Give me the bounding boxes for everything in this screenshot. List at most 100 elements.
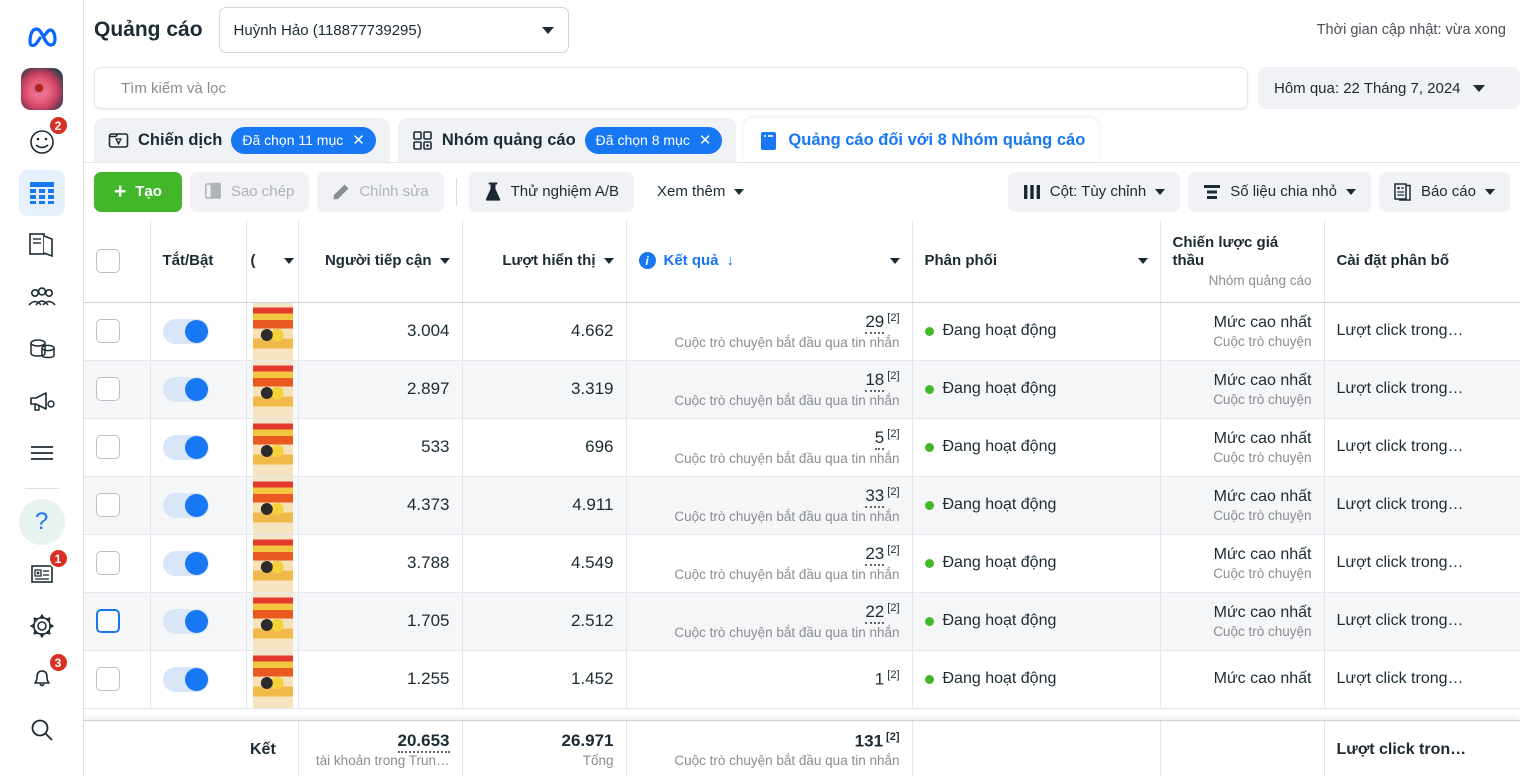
- totals-results-sub: Cuộc trò chuyện bắt đầu qua tin nhắn: [639, 753, 900, 768]
- row-results: 1[2]: [639, 669, 900, 690]
- creative-header-label: (: [251, 251, 276, 271]
- table-row[interactable]: 533 696 5[2] Cuộc trò chuyện bắt đầu qua…: [84, 418, 1520, 476]
- table-row[interactable]: 3.788 4.549 23[2] Cuộc trò chuyện bắt đầ…: [84, 534, 1520, 592]
- toggle-header-label: Tắt/Bật: [163, 252, 214, 269]
- row-select-cell: [84, 592, 150, 650]
- row-bid-sub: Cuộc trò chuyện: [1173, 566, 1312, 581]
- breakdown-button[interactable]: Số liệu chia nhỏ: [1188, 172, 1371, 212]
- notifications-face-icon[interactable]: 2: [19, 118, 65, 164]
- status-toggle[interactable]: [163, 609, 209, 634]
- allocation-header: Cài đặt phân bố: [1324, 220, 1520, 302]
- chevron-down-icon[interactable]: [1138, 258, 1148, 264]
- meta-logo-icon[interactable]: [19, 14, 65, 60]
- adset-grid-icon: [412, 130, 433, 151]
- rail-divider: [25, 488, 59, 489]
- search-icon[interactable]: [19, 707, 65, 753]
- row-toggle-cell: [150, 302, 246, 360]
- bell-icon[interactable]: 3: [19, 655, 65, 701]
- ads-megaphone-icon[interactable]: [19, 378, 65, 424]
- campaign-folder-icon: [108, 130, 129, 151]
- avatar[interactable]: [19, 66, 65, 112]
- help-icon[interactable]: ?: [19, 499, 65, 545]
- table-view-icon[interactable]: [19, 170, 65, 216]
- chevron-down-icon[interactable]: [604, 258, 614, 264]
- date-range-selector[interactable]: Hôm qua: 22 Tháng 7, 2024: [1258, 67, 1520, 109]
- info-icon[interactable]: i: [639, 252, 656, 269]
- chevron-down-icon[interactable]: [440, 258, 450, 264]
- totals-empty-toggle: [150, 721, 246, 776]
- columns-button[interactable]: Cột: Tùy chỉnh: [1008, 172, 1180, 212]
- tab-campaigns[interactable]: Chiến dịch Đã chọn 11 mục ✕: [94, 118, 390, 162]
- row-checkbox[interactable]: [96, 377, 120, 401]
- select-all-checkbox[interactable]: [96, 249, 120, 273]
- ad-thumbnail: [253, 535, 293, 592]
- row-results-cell: 23[2] Cuộc trò chuyện bắt đầu qua tin nh…: [626, 534, 912, 592]
- row-toggle-cell: [150, 476, 246, 534]
- pages-icon[interactable]: [19, 222, 65, 268]
- tab-ads[interactable]: Quảng cáo đối với 8 Nhóm quảng cáo: [744, 118, 1099, 162]
- menu-icon[interactable]: [19, 430, 65, 476]
- row-alloc-cell: Lượt click trong…: [1324, 592, 1520, 650]
- status-toggle[interactable]: [163, 667, 209, 692]
- search-input[interactable]: Tìm kiếm và lọc: [94, 67, 1248, 109]
- row-results-sub: Cuộc trò chuyện bắt đầu qua tin nhắn: [639, 451, 900, 466]
- row-checkbox[interactable]: [96, 609, 120, 633]
- row-delivery-cell: Đang hoạt động: [912, 592, 1160, 650]
- magnifier-glyph: [29, 717, 55, 743]
- reports-button[interactable]: Báo cáo: [1379, 172, 1510, 212]
- row-checkbox[interactable]: [96, 551, 120, 575]
- columns-label: Cột: Tùy chỉnh: [1050, 183, 1146, 200]
- row-alloc: Lượt click trong…: [1337, 612, 1508, 630]
- table-row[interactable]: 1.705 2.512 22[2] Cuộc trò chuyện bắt đầ…: [84, 592, 1520, 650]
- columns-icon: [1023, 184, 1041, 200]
- row-bid-sub: Cuộc trò chuyện: [1173, 392, 1312, 407]
- table-row[interactable]: 2.897 3.319 18[2] Cuộc trò chuyện bắt đầ…: [84, 360, 1520, 418]
- edit-button[interactable]: Chỉnh sửa: [317, 172, 443, 212]
- tab-adsets[interactable]: Nhóm quảng cáo Đã chọn 8 mục ✕: [398, 118, 737, 162]
- table-row[interactable]: 4.373 4.911 33[2] Cuộc trò chuyện bắt đầ…: [84, 476, 1520, 534]
- table-row[interactable]: 1.255 1.452 1[2] Đang hoạt động Mức cao …: [84, 650, 1520, 708]
- billing-icon[interactable]: [19, 326, 65, 372]
- row-alloc: Lượt click trong…: [1337, 554, 1508, 572]
- row-bid: Mức cao nhất: [1173, 546, 1312, 564]
- status-toggle[interactable]: [163, 377, 209, 402]
- row-checkbox[interactable]: [96, 319, 120, 343]
- account-selector[interactable]: Huỳnh Hảo (118877739295): [219, 7, 569, 53]
- create-button[interactable]: + Tạo: [94, 172, 182, 212]
- gear-icon[interactable]: [19, 603, 65, 649]
- breakdown-icon: [1203, 184, 1221, 200]
- tab-campaigns-chip[interactable]: Đã chọn 11 mục ✕: [231, 127, 375, 154]
- view-more-button[interactable]: Xem thêm: [642, 172, 759, 212]
- tab-adsets-chip[interactable]: Đã chọn 8 mục ✕: [585, 127, 723, 154]
- close-icon[interactable]: ✕: [352, 133, 365, 148]
- chevron-down-icon[interactable]: [890, 258, 900, 264]
- close-icon[interactable]: ✕: [699, 133, 712, 148]
- row-checkbox[interactable]: [96, 435, 120, 459]
- duplicate-button[interactable]: Sao chép: [190, 172, 309, 212]
- ab-test-button[interactable]: Thử nghiệm A/B: [469, 172, 634, 212]
- row-impressions: 4.662: [462, 302, 626, 360]
- meta-logo-glyph: [27, 26, 57, 48]
- ad-thumbnail: [253, 477, 293, 534]
- row-alloc: Lượt click trong…: [1337, 438, 1508, 456]
- chevron-down-icon[interactable]: [284, 258, 294, 264]
- row-checkbox[interactable]: [96, 493, 120, 517]
- status-toggle[interactable]: [163, 435, 209, 460]
- table-row[interactable]: 3.004 4.662 29[2] Cuộc trò chuyện bắt đầ…: [84, 302, 1520, 360]
- create-label: Tạo: [135, 183, 162, 200]
- results-header-label: Kết quả: [664, 252, 719, 269]
- date-range-label: Hôm qua: 22 Tháng 7, 2024: [1274, 80, 1461, 97]
- row-checkbox[interactable]: [96, 667, 120, 691]
- audiences-icon[interactable]: [19, 274, 65, 320]
- row-impressions: 4.911: [462, 476, 626, 534]
- row-select-cell: [84, 476, 150, 534]
- status-toggle[interactable]: [163, 493, 209, 518]
- news-icon[interactable]: 1: [19, 551, 65, 597]
- status-toggle[interactable]: [163, 551, 209, 576]
- ads-table-container[interactable]: Tắt/Bật ( Người tiếp cận: [84, 220, 1520, 709]
- row-creative-cell: [246, 418, 298, 476]
- totals-alloc-cell: Lượt click tron…: [1324, 721, 1520, 776]
- left-navigation-rail: 2: [0, 0, 84, 776]
- status-dot-icon: [925, 675, 934, 684]
- status-toggle[interactable]: [163, 319, 209, 344]
